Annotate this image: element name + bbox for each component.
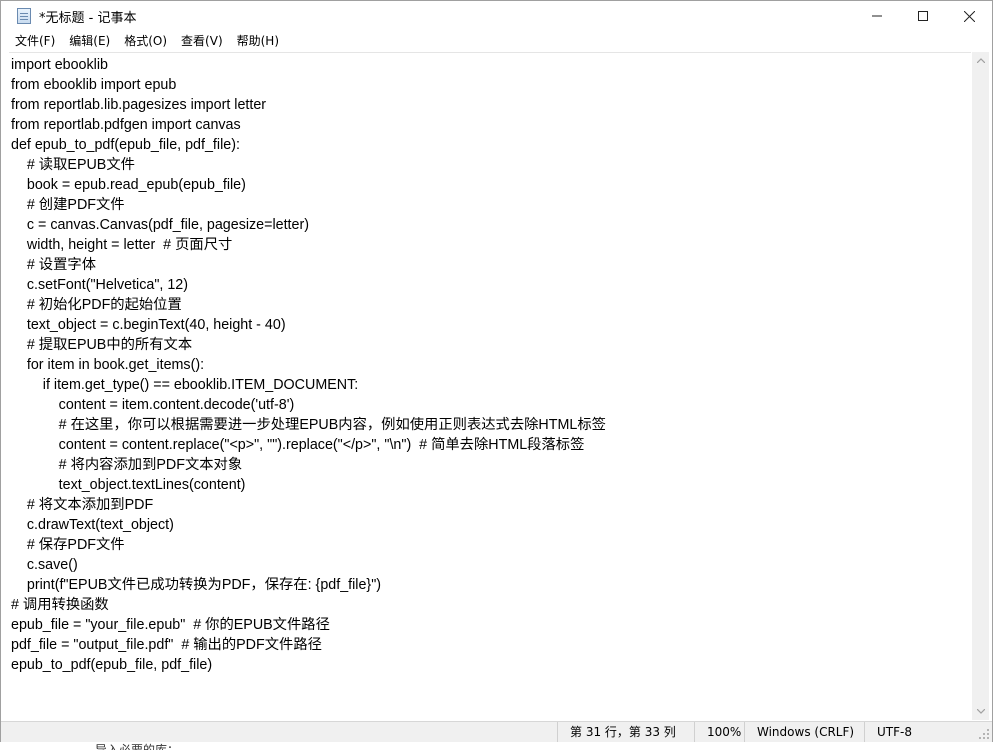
code-line: # 设置字体 — [11, 257, 96, 273]
menu-view[interactable]: 查看(V) — [175, 31, 229, 51]
scroll-down-button[interactable] — [972, 703, 989, 720]
window-controls — [854, 1, 992, 31]
code-line: # 保存PDF文件 — [11, 537, 125, 553]
encoding: UTF-8 — [864, 722, 974, 742]
minimize-button[interactable] — [854, 1, 900, 31]
code-line: epub_to_pdf(epub_file, pdf_file) — [11, 657, 213, 673]
maximize-button[interactable] — [900, 1, 946, 31]
maximize-icon — [918, 11, 928, 21]
code-line: # 将内容添加到PDF文本对象 — [11, 457, 243, 473]
code-line: if item.get_type() == ebooklib.ITEM_DOCU… — [11, 377, 359, 393]
code-line: content = item.content.decode('utf-8') — [11, 397, 295, 413]
background-text: 导入必要的库： — [95, 743, 180, 750]
status-bar: 第 31 行，第 33 列 100% Windows (CRLF) UTF-8 — [1, 721, 992, 742]
code-line: # 创建PDF文件 — [11, 197, 125, 213]
line-ending: Windows (CRLF) — [744, 722, 864, 742]
code-line: from ebooklib import epub — [11, 77, 177, 93]
code-line: # 初始化PDF的起始位置 — [11, 297, 182, 313]
menu-format[interactable]: 格式(O) — [118, 31, 173, 51]
code-line: from reportlab.lib.pagesizes import lett… — [11, 97, 267, 113]
code-line: for item in book.get_items(): — [11, 357, 205, 373]
chevron-down-icon — [976, 709, 985, 714]
code-line: def epub_to_pdf(epub_file, pdf_file): — [11, 137, 240, 153]
menu-edit[interactable]: 编辑(E) — [63, 31, 116, 51]
chevron-up-icon — [976, 58, 985, 63]
scroll-up-button[interactable] — [972, 52, 989, 69]
vertical-scrollbar[interactable] — [972, 52, 989, 720]
cursor-position: 第 31 行，第 33 列 — [557, 722, 689, 742]
close-button[interactable] — [946, 1, 992, 31]
title-bar[interactable]: *无标题 - 记事本 — [1, 1, 992, 31]
notepad-icon — [17, 8, 31, 24]
editor-content[interactable]: import ebooklib from ebooklib import epub… — [9, 53, 971, 675]
menu-help[interactable]: 帮助(H) — [231, 31, 285, 51]
code-line: book = epub.read_epub(epub_file) — [11, 177, 246, 193]
code-line: import ebooklib — [11, 57, 108, 73]
code-line: c.setFont("Helvetica", 12) — [11, 277, 189, 293]
window-title: *无标题 - 记事本 — [39, 10, 137, 26]
code-line: # 在这里，你可以根据需要进一步处理EPUB内容，例如使用正则表达式去除HTML… — [11, 417, 606, 433]
code-line: text_object.textLines(content) — [11, 477, 246, 493]
notepad-window: *无标题 - 记事本 文件(F) 编辑(E) 格式(O) 查看(V) 帮助(H)… — [0, 0, 993, 742]
code-line: epub_file = "your_file.epub" # 你的EPUB文件路… — [11, 617, 330, 633]
code-line: print(f"EPUB文件已成功转换为PDF，保存在: {pdf_file}"… — [11, 577, 382, 593]
text-editor[interactable]: import ebooklib from ebooklib import epub… — [9, 52, 971, 721]
code-line: # 将文本添加到PDF — [11, 497, 154, 513]
code-line: content = content.replace("<p>", "").rep… — [11, 437, 585, 453]
code-line: text_object = c.beginText(40, height - 4… — [11, 317, 286, 333]
code-line: c.drawText(text_object) — [11, 517, 174, 533]
code-line: # 读取EPUB文件 — [11, 157, 135, 173]
code-line: pdf_file = "output_file.pdf" # 输出的PDF文件路… — [11, 637, 322, 653]
resize-grip-icon[interactable] — [978, 728, 990, 740]
close-icon — [963, 10, 975, 22]
code-line: # 提取EPUB中的所有文本 — [11, 337, 193, 353]
zoom-level: 100% — [694, 722, 744, 742]
code-line: c = canvas.Canvas(pdf_file, pagesize=let… — [11, 217, 310, 233]
menu-file[interactable]: 文件(F) — [9, 31, 61, 51]
code-line: c.save() — [11, 557, 78, 573]
menu-bar: 文件(F) 编辑(E) 格式(O) 查看(V) 帮助(H) — [1, 31, 992, 51]
code-line: from reportlab.pdfgen import canvas — [11, 117, 241, 133]
code-line: # 调用转换函数 — [11, 597, 109, 613]
minimize-icon — [872, 15, 882, 17]
code-line: width, height = letter # 页面尺寸 — [11, 237, 233, 253]
